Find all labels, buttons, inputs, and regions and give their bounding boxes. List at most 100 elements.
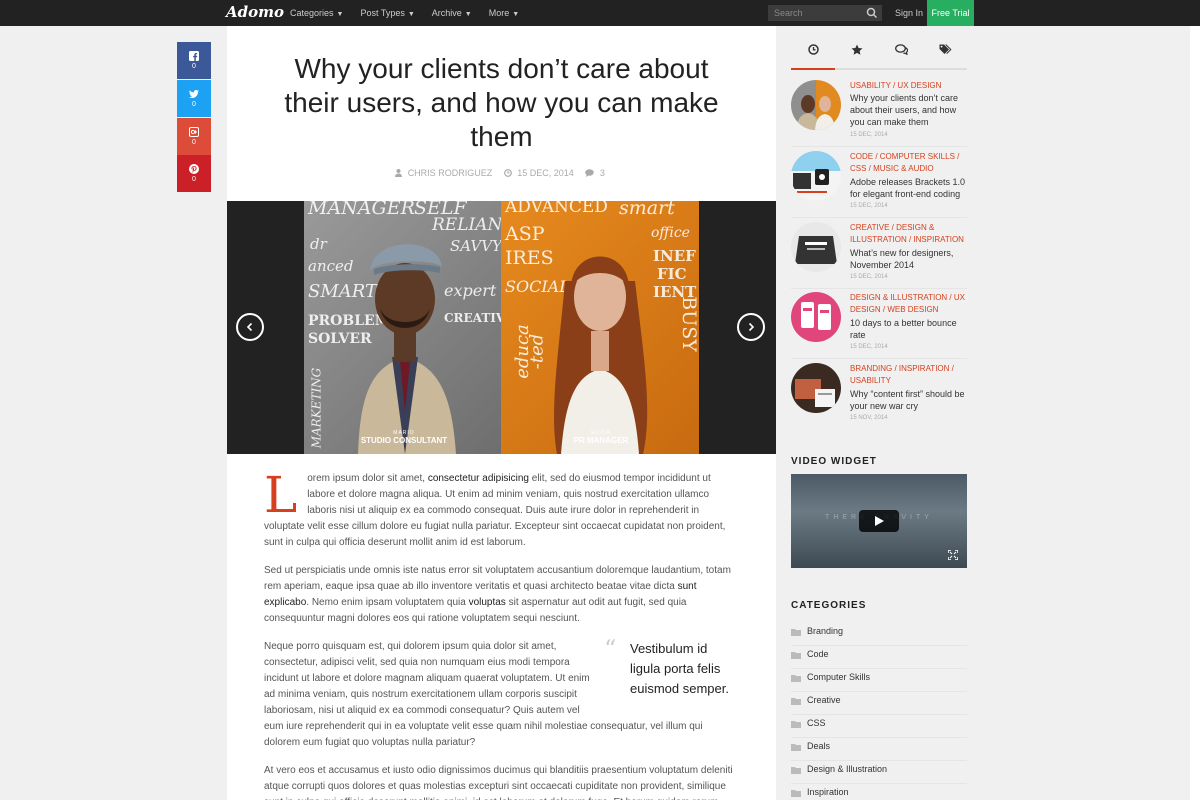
fullscreen-icon[interactable]: [948, 550, 958, 560]
comments-icon: [894, 44, 908, 55]
facebook-share-button[interactable]: 0: [177, 42, 211, 79]
play-button[interactable]: [859, 510, 899, 532]
nav-more[interactable]: More ▼: [489, 0, 519, 26]
author-name: CHRIS RODRIGUEZ: [407, 168, 493, 178]
sidebar-post[interactable]: CODE / COMPUTER SKILLS / CSS / MUSIC & A…: [791, 151, 967, 221]
pinterest-share-button[interactable]: 0: [177, 155, 211, 192]
category-deals[interactable]: Deals: [791, 738, 967, 761]
sidebar-post[interactable]: DESIGN & ILLUSTRATION / UX DESIGN / WEB …: [791, 292, 967, 362]
twitter-share-button[interactable]: 0: [177, 80, 211, 117]
category-computer-skills[interactable]: Computer Skills: [791, 669, 967, 692]
sidebar-post[interactable]: BRANDING / INSPIRATION / USABILITY Why “…: [791, 363, 967, 433]
post-categories[interactable]: USABILITY / UX DESIGN: [850, 80, 967, 92]
nav-categories[interactable]: Categories ▼: [290, 0, 343, 26]
text: Sed ut perspiciatis unde omnis iste natu…: [264, 565, 731, 592]
caption-role: PR MANAGER: [573, 436, 629, 445]
author-meta[interactable]: CHRIS RODRIGUEZ: [395, 168, 495, 178]
folder-icon: [791, 652, 801, 659]
post-categories[interactable]: DESIGN & ILLUSTRATION / UX DESIGN / WEB …: [850, 292, 967, 316]
post-categories[interactable]: CREATIVE / DESIGN & ILLUSTRATION / INSPI…: [850, 222, 967, 246]
pull-quote: “ Vestibulum id ligula porta felis euism…: [604, 637, 738, 699]
article-panel: Why your clients don’t care about their …: [227, 26, 776, 800]
twitter-icon: [189, 90, 199, 98]
tab-popular[interactable]: [835, 44, 879, 68]
slide-caption-right: ELICA PR MANAGER: [541, 430, 661, 445]
pinterest-icon: [189, 164, 199, 174]
googleplus-icon: [189, 127, 199, 137]
text: . Nemo enim ipsam voluptatem quia: [306, 597, 469, 608]
share-count: 0: [192, 63, 196, 70]
category-label: Design & Illustration: [807, 764, 888, 774]
googleplus-share-button[interactable]: 0: [177, 118, 211, 155]
category-code[interactable]: Code: [791, 646, 967, 669]
site-logo[interactable]: Adomo: [226, 3, 284, 21]
category-inspiration[interactable]: Inspiration: [791, 784, 967, 800]
comments-meta[interactable]: 3: [585, 168, 608, 178]
thumb-typography: [795, 236, 837, 264]
search-input[interactable]: [768, 5, 882, 21]
paragraph: At vero eos et accusamus et iusto odio d…: [264, 765, 733, 800]
nav-post-types[interactable]: Post Types ▼: [360, 0, 414, 26]
slider-next-button[interactable]: [737, 313, 765, 341]
folder-icon: [791, 744, 801, 751]
post-categories[interactable]: CODE / COMPUTER SKILLS / CSS / MUSIC & A…: [850, 151, 967, 175]
post-date: 15 NOV, 2014: [850, 415, 888, 421]
share-count: 0: [192, 139, 196, 146]
post-thumbnail[interactable]: [791, 80, 841, 130]
post-date: 15 DEC, 2014: [850, 132, 888, 138]
thumb-content: [795, 379, 835, 407]
free-trial-button[interactable]: Free Trial: [927, 0, 974, 26]
inline-link[interactable]: voluptas: [469, 597, 506, 608]
category-design-illustration[interactable]: Design & Illustration: [791, 761, 967, 784]
post-title[interactable]: 10 days to a better bounce rate: [850, 317, 967, 341]
chevron-right-icon: [748, 322, 755, 332]
article-meta: CHRIS RODRIGUEZ 15 DEC, 2014 3: [227, 168, 776, 178]
chevron-down-icon: ▼: [407, 11, 415, 18]
folder-icon: [791, 629, 801, 636]
tab-comments[interactable]: [879, 44, 923, 68]
article-body: Lorem ipsum dolor sit amet, consectetur …: [264, 470, 738, 800]
play-icon: [875, 516, 884, 526]
nav-archive[interactable]: Archive ▼: [432, 0, 472, 26]
post-thumbnail[interactable]: [791, 222, 841, 272]
category-creative[interactable]: Creative: [791, 692, 967, 715]
post-title[interactable]: What’s new for designers, November 2014: [850, 247, 967, 271]
slider-prev-button[interactable]: [236, 313, 264, 341]
comment-count: 3: [599, 168, 605, 178]
slide-left-panel: MANAGER SELF RELIANT dr anced SAVVY SMAR…: [304, 201, 514, 454]
sidebar-tabs: [791, 44, 967, 70]
thumb-phones: [801, 302, 831, 330]
facebook-icon: [189, 51, 199, 61]
text: elit, sed do eiusmod tempor incididunt u…: [264, 473, 726, 548]
thumb-figures: [796, 95, 835, 130]
post-title[interactable]: Why your clients don’t care about their …: [850, 92, 967, 128]
search-icon[interactable]: [866, 7, 878, 19]
category-label: Code: [807, 649, 829, 659]
category-css[interactable]: CSS: [791, 715, 967, 738]
post-thumbnail[interactable]: [791, 292, 841, 342]
text: orem ipsum dolor sit amet,: [307, 473, 428, 484]
sidebar-post[interactable]: USABILITY / UX DESIGN Why your clients d…: [791, 80, 967, 150]
post-date: 15 DEC, 2014: [850, 203, 888, 209]
video-player[interactable]: THERE GRAVITY: [791, 474, 967, 568]
slide-word: BUSY: [677, 296, 699, 352]
category-label: Computer Skills: [807, 672, 871, 682]
sign-in-link[interactable]: Sign In: [895, 0, 923, 26]
post-thumbnail[interactable]: [791, 151, 841, 201]
chevron-left-icon: [246, 322, 253, 332]
inline-link[interactable]: consectetur adipisicing: [428, 473, 529, 484]
right-edge-strip: [1190, 26, 1200, 800]
post-thumbnail[interactable]: [791, 363, 841, 413]
post-title[interactable]: Why “content first” should be your new w…: [850, 388, 967, 412]
category-branding[interactable]: Branding: [791, 623, 967, 646]
folder-icon: [791, 675, 801, 682]
categories-widget-title: CATEGORIES: [791, 600, 867, 611]
share-count: 0: [192, 101, 196, 108]
post-categories[interactable]: BRANDING / INSPIRATION / USABILITY: [850, 363, 967, 387]
tab-recent[interactable]: [791, 44, 835, 70]
tab-tags[interactable]: [923, 44, 967, 68]
post-date: 15 DEC, 2014: [850, 274, 888, 280]
sidebar-post[interactable]: CREATIVE / DESIGN & ILLUSTRATION / INSPI…: [791, 222, 967, 292]
slide-right-panel: ADVANCED smart ASP IRES office SOCIAL IN…: [501, 201, 699, 454]
post-title[interactable]: Adobe releases Brackets 1.0 for elegant …: [850, 176, 967, 200]
